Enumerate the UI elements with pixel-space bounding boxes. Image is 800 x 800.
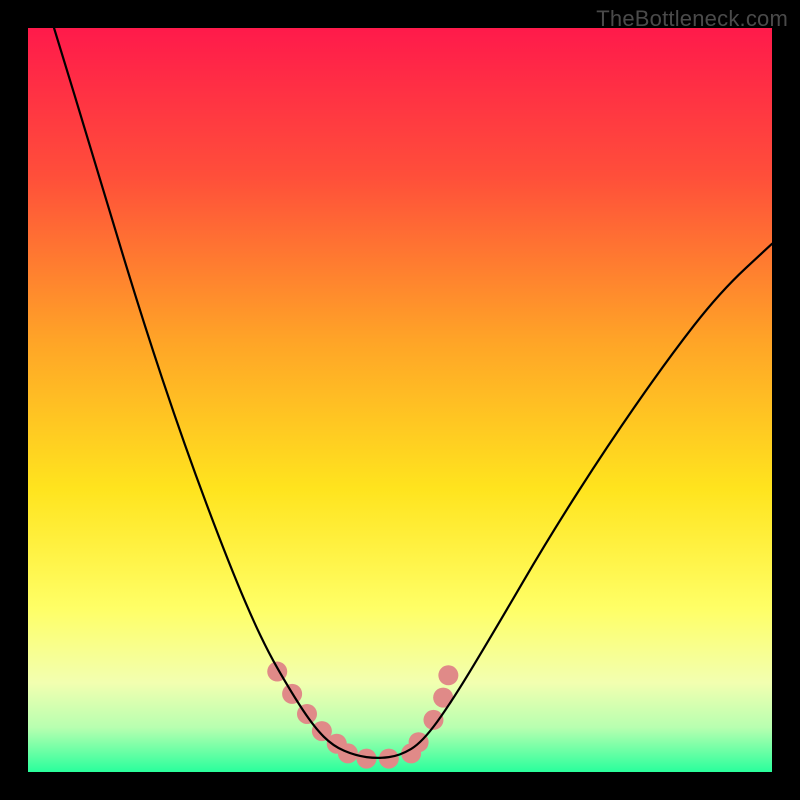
highlight-dot (438, 665, 458, 685)
bottleneck-chart (28, 28, 772, 772)
chart-frame: TheBottleneck.com (0, 0, 800, 800)
watermark-text: TheBottleneck.com (596, 6, 788, 32)
gradient-background (28, 28, 772, 772)
plot-area (28, 28, 772, 772)
